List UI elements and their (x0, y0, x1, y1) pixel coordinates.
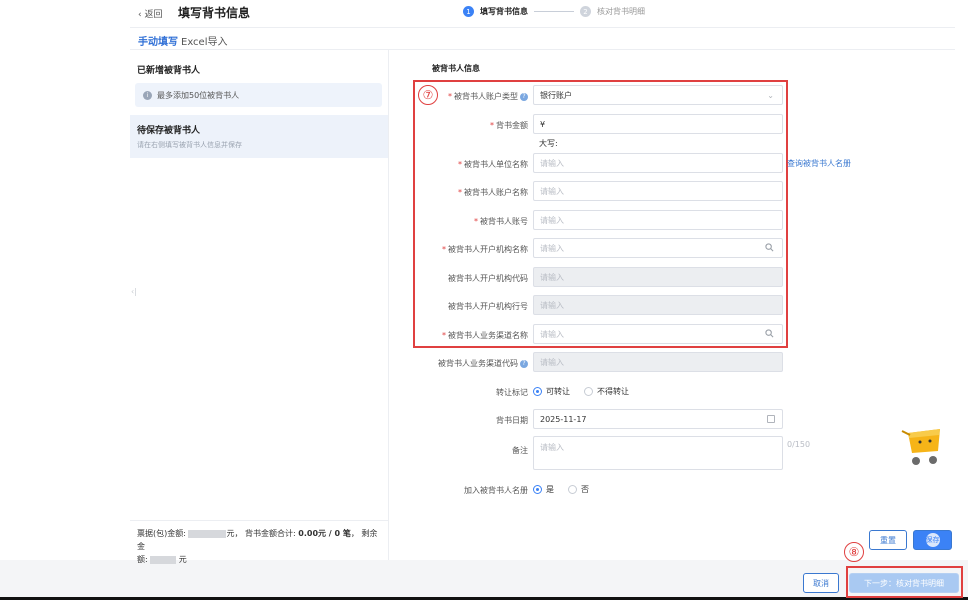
bank-line-label: 被背书人开户机构行号 (448, 302, 528, 311)
channel-name-label: * 被背书人业务渠道名称 (442, 331, 528, 340)
redacted-remaining (150, 555, 177, 564)
date-picker[interactable]: 2025-11-17 (533, 409, 783, 429)
endorsee-list-panel: 已新增被背书人 i 最多添加50位被背书人 待保存被背书人 请在右侧填写被背书人… (130, 50, 389, 564)
add-register-label: 加入被背书人名册 (464, 486, 528, 495)
bank-line-input: 请输入 (533, 295, 783, 315)
transfer-mark-label: 转让标记 (496, 388, 528, 397)
pending-endorsee-title: 待保存被背书人 (137, 126, 201, 136)
account-name-input[interactable]: 请输入 (533, 181, 783, 201)
remark-label: 备注 (512, 446, 528, 455)
endorse-total-label: 元， 背书金额合计: (226, 529, 296, 538)
remaining-unit: 元 (178, 555, 187, 564)
tab-excel-import[interactable]: Excel导入 (181, 33, 228, 48)
reset-button[interactable]: 重置 (869, 530, 907, 550)
step-2-label: 核对背书明细 (597, 7, 645, 16)
redacted-amount (188, 529, 227, 538)
shopping-cart-icon[interactable] (900, 425, 950, 470)
step-2-number: 2 (580, 6, 591, 17)
account-name-label: * 被背书人账户名称 (458, 188, 528, 197)
step-1-label: 填写背书信息 (480, 7, 528, 16)
radio-non-transferable[interactable]: 不得转让 (584, 386, 629, 397)
radio-transferable[interactable]: 可转让 (533, 386, 570, 397)
add-register-radios: 是 否 (533, 484, 589, 495)
tab-manual[interactable]: 手动填写 (138, 33, 178, 54)
endorsee-info-title: 被背书人信息 (432, 64, 480, 73)
step-1-number: 1 (463, 6, 474, 17)
pending-endorsee-item[interactable]: 待保存被背书人 请在右侧填写被背书人信息并保存 (130, 115, 388, 158)
channel-code-input: 请输入 (533, 352, 783, 372)
collapse-arrow-icon[interactable]: ‹| (131, 287, 137, 296)
limit-notice-text: 最多添加50位被背书人 (157, 90, 240, 100)
account-type-select[interactable]: 银行账户 ⌄ (533, 85, 783, 105)
transfer-mark-radios: 可转让 不得转让 (533, 386, 629, 397)
account-number-label: * 被背书人账号 (474, 217, 528, 226)
bank-name-label: * 被背书人开户机构名称 (442, 245, 528, 254)
radio-yes[interactable]: 是 (533, 484, 554, 495)
bank-name-input[interactable]: 请输入 (533, 238, 783, 258)
calendar-icon (767, 415, 775, 423)
amount-input[interactable]: ¥ (533, 114, 783, 134)
bank-code-input: 请输入 (533, 267, 783, 287)
amount-in-words: 大写: (539, 139, 558, 148)
search-icon (765, 243, 774, 252)
limit-notice: i 最多添加50位被背书人 (135, 83, 382, 107)
radio-no[interactable]: 否 (568, 484, 589, 495)
channel-name-input[interactable]: 请输入 (533, 324, 783, 344)
info-icon: i (143, 90, 152, 100)
annotation-box-8 (846, 566, 963, 598)
remark-textarea[interactable]: 请输入 (533, 436, 783, 470)
page-header: ‹ 返回 填写背书信息 1 填写背书信息 2 核对背书明细 (130, 0, 955, 28)
query-register-link[interactable]: 查询被背书人名册 (787, 158, 851, 169)
back-link[interactable]: ‹ 返回 (138, 7, 162, 20)
endorse-total-value: 0.00元 / 0 笔 (298, 529, 351, 538)
tab-bar: 手动填写 Excel导入 (130, 28, 955, 54)
remark-counter: 0/150 (787, 440, 811, 449)
remaining-label-cont: 额: (137, 555, 148, 564)
unit-name-label: * 被背书人单位名称 (458, 160, 528, 169)
channel-code-label: 被背书人业务渠道代码? (408, 358, 528, 369)
account-type-label: * 被背书人账户类型? (408, 91, 528, 102)
date-label: 背书日期 (496, 416, 528, 425)
cancel-button[interactable]: 取消 (803, 573, 839, 593)
amount-label: * 背书金额 (490, 121, 528, 130)
unit-name-input[interactable]: 请输入 (533, 153, 783, 173)
search-icon (765, 329, 774, 338)
amount-summary: 票据(包)金额: 元， 背书金额合计: 0.00元 / 0 笔， 剩余金 额: … (130, 520, 388, 564)
help-icon: ? (520, 359, 528, 368)
annotation-8: ⑧ (844, 542, 864, 562)
added-endorsees-title: 已新增被背书人 (137, 66, 201, 76)
help-icon: ? (520, 92, 528, 101)
step-connector (534, 11, 574, 12)
account-number-input[interactable]: 请输入 (533, 210, 783, 230)
chevron-down-icon: ⌄ (767, 91, 774, 100)
save-button[interactable]: 保存 (913, 530, 952, 550)
page-title: 填写背书信息 (178, 6, 251, 20)
save-badge: 保存 (925, 533, 940, 547)
bill-amount-label: 票据(包)金额: (137, 529, 186, 538)
stepper: 1 填写背书信息 2 核对背书明细 (463, 6, 645, 17)
bank-code-label: 被背书人开户机构代码 (448, 274, 528, 283)
pending-endorsee-hint: 请在右侧填写被背书人信息并保存 (137, 141, 242, 149)
